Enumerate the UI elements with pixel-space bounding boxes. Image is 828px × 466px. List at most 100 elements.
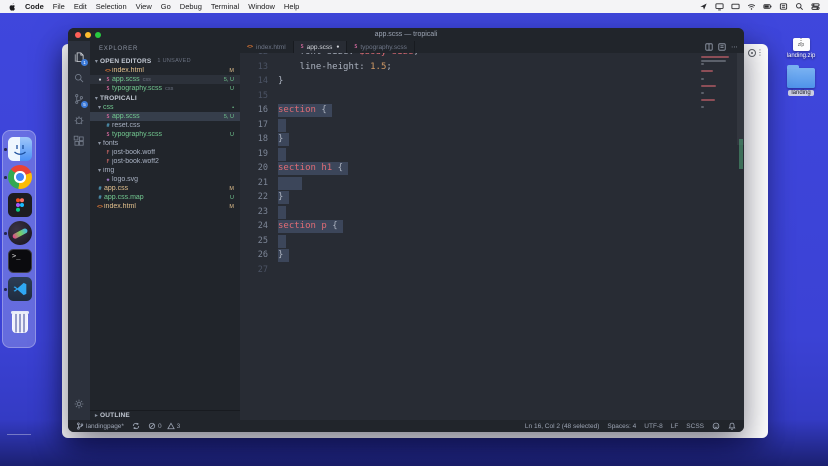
- file-app-css[interactable]: #app.cssM: [90, 184, 240, 193]
- dock-trash-icon[interactable]: [8, 311, 32, 335]
- file-jost-book-woff[interactable]: Fjost-book.woff: [90, 148, 240, 157]
- selection-highlight: [278, 206, 286, 219]
- selection-highlight: [278, 148, 286, 161]
- close-window-button[interactable]: [75, 32, 81, 38]
- file-reset-css[interactable]: #reset.css: [90, 121, 240, 130]
- editor-actions: ⋯: [705, 41, 744, 53]
- open-editors-label: OPEN EDITORS: [100, 58, 151, 65]
- css-file-icon: #: [104, 123, 112, 129]
- minimap[interactable]: [701, 56, 731, 114]
- menu-terminal[interactable]: Terminal: [211, 2, 239, 11]
- folder-img[interactable]: ▾img: [90, 166, 240, 175]
- tab-app-scss[interactable]: Sapp.scss●: [294, 41, 348, 53]
- code-editor[interactable]: 12 font-size: $body-size;13 line-height:…: [240, 53, 744, 420]
- desktop-folder-landing[interactable]: landing: [787, 59, 815, 96]
- more-actions-icon[interactable]: ⋯: [731, 44, 738, 51]
- file-index-html[interactable]: <>index.htmlM: [90, 202, 240, 211]
- problems-indicator[interactable]: 0 3: [148, 422, 180, 430]
- outline-label: OUTLINE: [100, 412, 130, 419]
- file-app-css-map[interactable]: #app.css.mapU: [90, 193, 240, 202]
- cursor-position[interactable]: Ln 16, Col 2 (48 selected): [525, 423, 599, 430]
- dock-figma-icon[interactable]: [8, 193, 32, 217]
- line-content: line-height: 1.5;: [278, 60, 392, 75]
- wifi-icon[interactable]: [747, 2, 756, 11]
- open-changes-icon[interactable]: [718, 43, 726, 51]
- menu-go[interactable]: Go: [161, 2, 171, 11]
- notifications-bell-icon[interactable]: [728, 422, 736, 430]
- git-branch-indicator[interactable]: landingpage*: [76, 422, 124, 430]
- battery-icon[interactable]: [763, 2, 772, 11]
- screen-mirror-icon[interactable]: [715, 2, 724, 11]
- workspace-section-header[interactable]: ▾ TROPICALI: [90, 93, 240, 103]
- profile-avatar-icon[interactable]: [748, 49, 756, 57]
- code-lines: 12 font-size: $body-size;13 line-height:…: [240, 53, 744, 277]
- control-center-icon[interactable]: [811, 2, 820, 11]
- desktop-file-landing-zip[interactable]: zip landing.zip: [787, 38, 816, 59]
- title-bar[interactable]: app.scss — tropicali: [68, 28, 744, 41]
- open-editors-section-header[interactable]: ▾ OPEN EDITORS 1 UNSAVED: [90, 56, 240, 66]
- activity-explorer-icon[interactable]: 1: [68, 46, 90, 67]
- branch-name: landingpage*: [86, 423, 124, 430]
- code-line-26: 26}: [240, 248, 744, 263]
- tab-typography-scss[interactable]: Stypography.scss: [347, 41, 415, 53]
- line-number: 26: [240, 248, 268, 263]
- git-badge: U: [230, 132, 240, 138]
- dock-terminal-icon[interactable]: >_: [8, 249, 32, 273]
- kebab-menu-icon[interactable]: ⋮: [756, 48, 764, 57]
- apple-menu-icon[interactable]: [8, 2, 16, 11]
- menu-selection[interactable]: Selection: [96, 2, 127, 11]
- activity-settings-icon[interactable]: [68, 393, 90, 414]
- open-editor-app-scss[interactable]: ●Sapp.scsscss5, U: [90, 75, 240, 84]
- file-logo-svg[interactable]: ◆logo.svg: [90, 175, 240, 184]
- tab-index-html[interactable]: <>index.html: [240, 41, 294, 53]
- keyboard-input-icon[interactable]: [779, 2, 788, 11]
- open-editor-typography-scss[interactable]: Stypography.scsscssU: [90, 84, 240, 93]
- activity-extensions-icon[interactable]: [68, 130, 90, 151]
- spotlight-search-icon[interactable]: [795, 2, 804, 11]
- open-editor-index-html[interactable]: <>index.htmlM: [90, 66, 240, 75]
- menu-code[interactable]: Code: [25, 2, 44, 11]
- dock-vscode-icon[interactable]: [8, 277, 32, 301]
- split-editor-icon[interactable]: [705, 43, 713, 51]
- line-number: 17: [240, 118, 268, 133]
- css-file-icon: #: [96, 186, 104, 192]
- line-number: 23: [240, 205, 268, 220]
- file-typography-scss[interactable]: Stypography.scssU: [90, 130, 240, 139]
- file-jost-book-woff2[interactable]: Fjost-book.woff2: [90, 157, 240, 166]
- activity-search-icon[interactable]: [68, 67, 90, 88]
- editor-scrollbar[interactable]: [737, 53, 744, 145]
- minimize-window-button[interactable]: [85, 32, 91, 38]
- file-app-scss[interactable]: Sapp.scss5, U: [90, 112, 240, 121]
- chevron-down-icon: ▾: [96, 104, 103, 111]
- dock-chrome-icon[interactable]: [8, 165, 32, 189]
- encoding-setting[interactable]: UTF-8: [644, 423, 662, 430]
- menu-window[interactable]: Window: [248, 2, 275, 11]
- running-indicator: [4, 288, 7, 291]
- menu-view[interactable]: View: [136, 2, 152, 11]
- dock-screenflow-icon[interactable]: [8, 221, 32, 245]
- dock-finder-icon[interactable]: [8, 137, 32, 161]
- menu-file[interactable]: File: [53, 2, 65, 11]
- feedback-smiley-icon[interactable]: [712, 422, 720, 430]
- file-name: index.html: [104, 203, 136, 210]
- display-icon[interactable]: [731, 2, 740, 11]
- zip-icon-text: zip: [798, 42, 804, 48]
- folder-css[interactable]: ▾css•: [90, 103, 240, 112]
- menu-debug[interactable]: Debug: [180, 2, 202, 11]
- activity-source-control-icon[interactable]: 5: [68, 88, 90, 109]
- zoom-window-button[interactable]: [95, 32, 101, 38]
- activity-debug-icon[interactable]: [68, 109, 90, 130]
- selection-highlight: [278, 119, 286, 132]
- eol-setting[interactable]: LF: [671, 423, 679, 430]
- location-icon[interactable]: [699, 2, 708, 11]
- folder-fonts[interactable]: ▾fonts: [90, 139, 240, 148]
- menu-help[interactable]: Help: [284, 2, 299, 11]
- sync-button[interactable]: [132, 422, 140, 430]
- file-name: typography.scss: [112, 131, 162, 138]
- outline-section-header[interactable]: ▸ OUTLINE: [90, 410, 240, 420]
- menu-edit[interactable]: Edit: [74, 2, 87, 11]
- language-mode[interactable]: SCSS: [686, 423, 704, 430]
- code-line-20: 20section h1 {: [240, 161, 744, 176]
- code-line-25: 25: [240, 234, 744, 249]
- indentation-setting[interactable]: Spaces: 4: [607, 423, 636, 430]
